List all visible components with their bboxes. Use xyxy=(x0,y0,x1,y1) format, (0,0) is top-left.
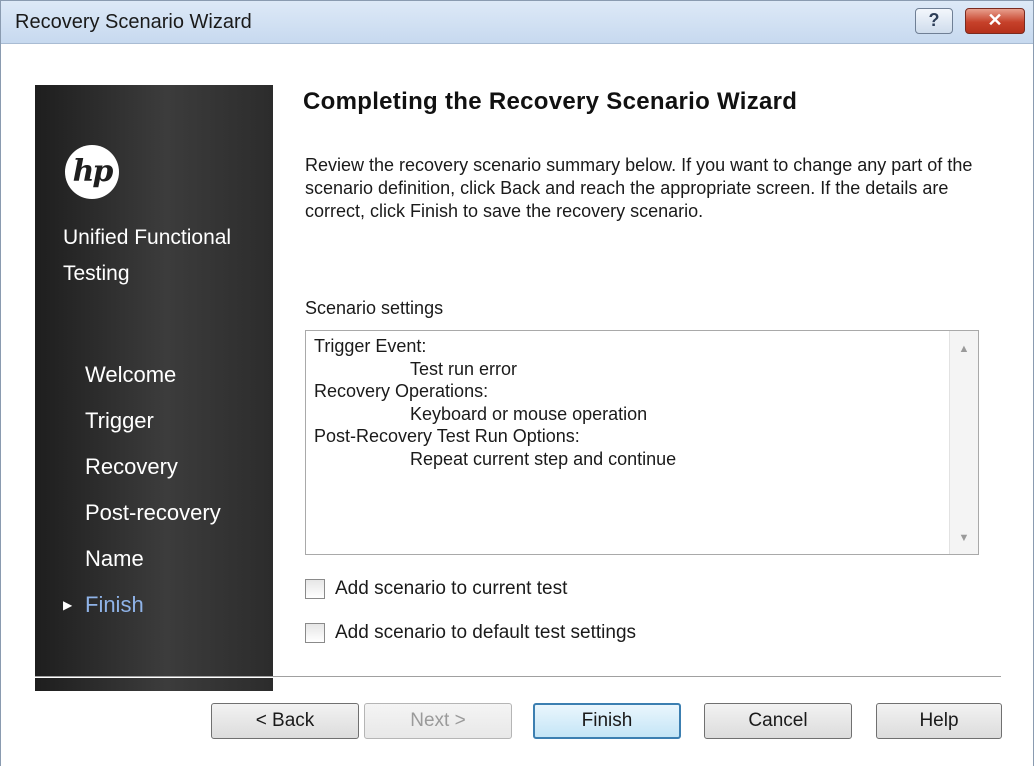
back-button[interactable]: < Back xyxy=(211,703,359,739)
add-to-default-settings-label[interactable]: Add scenario to default test settings xyxy=(335,621,636,645)
current-step-arrow-icon: ▶ xyxy=(63,598,73,612)
step-recovery: Recovery xyxy=(35,444,273,490)
scroll-down-arrow-icon[interactable]: ▼ xyxy=(950,526,978,550)
summary-scrollbar[interactable]: ▲ ▼ xyxy=(949,331,978,554)
recovery-scenario-wizard-dialog: Recovery Scenario Wizard ? ✕ hp Unified … xyxy=(0,0,1034,766)
hp-logo: hp xyxy=(65,145,119,199)
step-post-recovery: Post-recovery xyxy=(35,490,273,536)
step-label: Trigger xyxy=(85,408,154,433)
step-trigger: Trigger xyxy=(35,398,273,444)
step-finish: ▶ Finish xyxy=(35,582,273,628)
step-label: Recovery xyxy=(85,454,178,479)
dialog-body: hp Unified Functional Testing Welcome Tr… xyxy=(1,44,1033,766)
step-label: Name xyxy=(85,546,144,571)
page-title: Completing the Recovery Scenario Wizard xyxy=(303,88,798,115)
scenario-summary-text: Trigger Event: Test run error Recovery Ope… xyxy=(314,335,676,470)
wizard-sidebar: hp Unified Functional Testing Welcome Tr… xyxy=(35,85,273,691)
add-to-default-settings-checkbox[interactable] xyxy=(305,623,325,643)
scroll-up-arrow-icon[interactable]: ▲ xyxy=(950,337,978,361)
window-title: Recovery Scenario Wizard xyxy=(15,11,252,33)
help-button[interactable]: Help xyxy=(876,703,1002,739)
step-welcome: Welcome xyxy=(35,352,273,398)
step-name: Name xyxy=(35,536,273,582)
step-label: Finish xyxy=(85,592,144,617)
product-name: Unified Functional Testing xyxy=(63,226,232,285)
next-button[interactable]: Next > xyxy=(364,703,512,739)
post-recovery-options-title: Post-Recovery Test Run Options: xyxy=(314,426,580,446)
hp-logo-text: hp xyxy=(72,154,114,189)
step-label: Post-recovery xyxy=(85,500,221,525)
step-label: Welcome xyxy=(85,362,177,387)
add-to-current-test-label[interactable]: Add scenario to current test xyxy=(335,577,567,601)
titlebar-help-button[interactable]: ? xyxy=(915,8,953,34)
titlebar-close-button[interactable]: ✕ xyxy=(965,8,1025,34)
title-bar[interactable]: Recovery Scenario Wizard ? ✕ xyxy=(1,1,1033,44)
trigger-event-title: Trigger Event: xyxy=(314,336,427,356)
page-description: Review the recovery scenario summary bel… xyxy=(305,155,973,221)
cancel-button[interactable]: Cancel xyxy=(704,703,852,739)
add-to-current-test-checkbox[interactable] xyxy=(305,579,325,599)
footer-divider xyxy=(35,676,1001,678)
scenario-summary-box[interactable]: Trigger Event: Test run error Recovery Ope… xyxy=(305,330,979,555)
scenario-settings-label: Scenario settings xyxy=(305,298,444,318)
recovery-operations-value: Keyboard or mouse operation xyxy=(410,403,648,424)
recovery-operations-title: Recovery Operations: xyxy=(314,381,489,401)
post-recovery-options-value: Repeat current step and continue xyxy=(410,448,677,469)
wizard-steps: Welcome Trigger Recovery Post-recovery N… xyxy=(35,352,273,628)
finish-button[interactable]: Finish xyxy=(533,703,681,739)
trigger-event-value: Test run error xyxy=(410,358,518,379)
